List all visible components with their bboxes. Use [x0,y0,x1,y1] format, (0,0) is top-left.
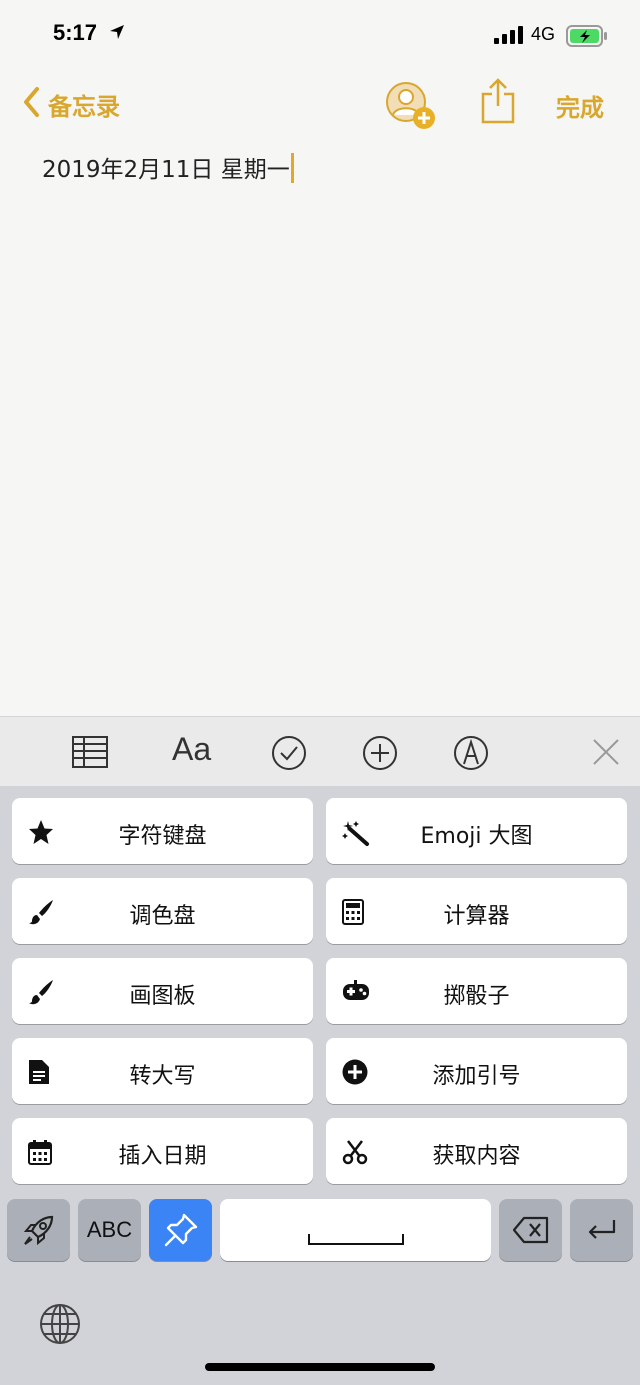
status-time: 5:17 [53,20,98,45]
note-editor[interactable]: 2019年2月11日 星期一 [0,132,640,716]
plus-circle-icon[interactable] [362,735,398,775]
close-icon[interactable] [592,738,620,770]
custom-keyboard: 字符键盘 Emoji 大图 调色盘 计算器 画图板 掷骰子 转大写 添加引号 插… [0,786,640,1385]
rocket-icon [22,1213,56,1251]
card-label: 字符键盘 [118,824,207,849]
network-type: 4G [531,24,556,44]
card-to-uppercase[interactable]: 转大写 [12,1038,313,1104]
done-button[interactable]: 完成 [556,88,604,123]
battery-charging-icon [566,25,608,51]
pin-key[interactable] [149,1199,212,1261]
delete-key[interactable] [499,1199,562,1261]
abc-key[interactable]: ABC [78,1199,141,1261]
signal-bars-icon [494,26,524,48]
card-label: Emoji 大图 [420,824,533,849]
font-icon[interactable]: Aa [172,731,211,768]
back-label: 备忘录 [48,92,120,121]
delete-icon [512,1216,550,1248]
rocket-key[interactable] [7,1199,70,1261]
card-character-keyboard[interactable]: 字符键盘 [12,798,313,864]
card-label: 画图板 [129,984,196,1009]
card-fetch-content[interactable]: 获取内容 [326,1118,627,1184]
return-key[interactable] [570,1199,633,1261]
note-text-line[interactable]: 2019年2月11日 星期一 [42,150,294,184]
card-insert-date[interactable]: 插入日期 [12,1118,313,1184]
card-label: 掷骰子 [443,984,510,1009]
card-calculator[interactable]: 计算器 [326,878,627,944]
pin-icon [163,1212,199,1252]
navigation-bar: 备忘录 完成 [0,72,640,132]
chevron-left-icon [22,86,40,122]
format-toolbar: Aa [0,716,640,787]
location-arrow-icon [109,24,125,44]
add-person-icon[interactable] [384,80,438,136]
space-bar-icon [308,1231,404,1250]
card-label: 添加引号 [432,1064,521,1089]
return-icon [586,1218,618,1246]
card-drawing-board[interactable]: 画图板 [12,958,313,1024]
card-label: 调色盘 [129,904,196,929]
markup-icon[interactable] [453,735,489,775]
space-key[interactable] [220,1199,491,1261]
card-emoji-large[interactable]: Emoji 大图 [326,798,627,864]
note-date-text[interactable]: 2019年2月11日 星期一 [42,157,290,183]
abc-label: ABC [86,1217,133,1242]
back-button[interactable]: 备忘录 [22,86,120,122]
share-icon[interactable] [481,78,515,128]
card-label: 获取内容 [432,1144,521,1169]
home-indicator[interactable] [205,1363,435,1371]
globe-icon[interactable] [39,1303,81,1349]
card-label: 转大写 [129,1064,196,1089]
card-color-palette[interactable]: 调色盘 [12,878,313,944]
card-label: 插入日期 [118,1144,207,1169]
card-label: 计算器 [443,904,510,929]
checklist-icon[interactable] [271,735,307,775]
table-icon[interactable] [72,736,108,772]
text-cursor [290,153,294,183]
status-bar: 5:17 4G [0,0,640,70]
card-add-quotes[interactable]: 添加引号 [326,1038,627,1104]
card-roll-dice[interactable]: 掷骰子 [326,958,627,1024]
